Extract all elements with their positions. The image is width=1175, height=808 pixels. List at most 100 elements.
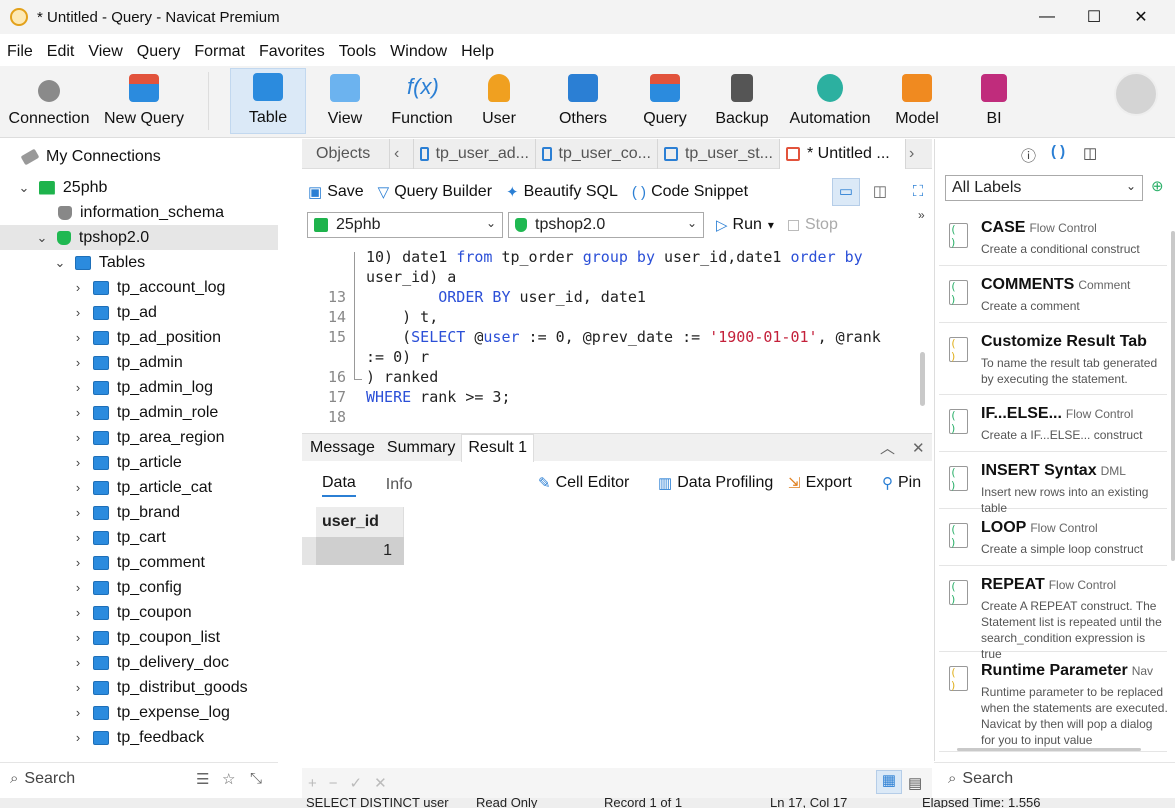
toolbar-query-button[interactable]: Query <box>634 68 696 134</box>
tree-table-item[interactable]: › tp_area_region <box>0 425 278 450</box>
export-button[interactable]: ⇲ Export <box>788 474 852 492</box>
tab-objects[interactable]: Objects <box>302 138 390 169</box>
database-select[interactable]: tpshop2.0 ⌄ <box>508 212 704 238</box>
tree-table-item[interactable]: › tp_coupon_list <box>0 625 278 650</box>
toolbar-automation-button[interactable]: Automation <box>784 68 876 134</box>
tab-scroll-right-icon[interactable]: › <box>906 139 924 169</box>
layout-side-icon[interactable]: ◫ <box>866 178 894 206</box>
tree-search-input[interactable]: Search <box>24 770 75 788</box>
connection-select[interactable]: 25phb ⌄ <box>307 212 503 238</box>
tab-data[interactable]: Data <box>322 474 356 497</box>
discard-icon[interactable]: ✕ <box>374 774 387 792</box>
sql-editor[interactable]: 10) date1 from tp_order group by user_id… <box>302 244 925 430</box>
toolbar-view-button[interactable]: View <box>312 68 378 134</box>
snippet-scrollbar[interactable] <box>1171 231 1175 561</box>
add-row-icon[interactable]: + <box>308 775 317 792</box>
snippet-braces-icon[interactable]: ( ) <box>1051 143 1065 160</box>
tree-table-item[interactable]: › tp_ad_position <box>0 325 278 350</box>
tree-table-item[interactable]: › tp_config <box>0 575 278 600</box>
toolbar-backup-button[interactable]: Backup <box>708 68 776 134</box>
stop-button[interactable]: Stop <box>787 216 838 234</box>
tab-untitled[interactable]: * Untitled ... <box>780 138 906 169</box>
code-snippet-button[interactable]: ( ) Code Snippet <box>632 183 748 201</box>
tab-tp-user-st[interactable]: tp_user_st... <box>658 138 780 169</box>
tree-table-item[interactable]: › tp_article <box>0 450 278 475</box>
menu-favorites[interactable]: Favorites <box>252 43 332 61</box>
tree-table-item[interactable]: › tp_comment <box>0 550 278 575</box>
tab-scroll-left-icon[interactable]: ‹ <box>390 138 414 169</box>
tree-db-tpshop[interactable]: ⌄ tpshop2.0 <box>0 225 278 250</box>
cell-editor-button[interactable]: ✎ Cell Editor <box>538 474 629 492</box>
tree-table-item[interactable]: › tp_admin_log <box>0 375 278 400</box>
fullscreen-icon[interactable]: ⛶ <box>906 178 930 206</box>
snippet-item[interactable]: ( ) LOOP Flow Control Create a simple loop … <box>939 509 1167 566</box>
add-snippet-icon[interactable]: ⊕ <box>1151 177 1164 195</box>
tree-table-item[interactable]: › tp_feedback <box>0 725 278 750</box>
tab-summary[interactable]: Summary <box>381 434 461 462</box>
pin-button[interactable]: ⚲ Pin <box>882 474 921 492</box>
snippet-item[interactable]: ( ) CASE Flow Control Create a conditional … <box>939 209 1167 266</box>
tab-tp-user-ad[interactable]: tp_user_ad... <box>414 138 536 169</box>
snippet-item[interactable]: ( ) Customize Result Tab To name the resul… <box>939 323 1167 395</box>
form-view-icon[interactable]: ▤ <box>908 774 922 792</box>
apply-icon[interactable]: ✓ <box>350 774 363 792</box>
layout-split-icon[interactable]: ▭ <box>832 178 860 206</box>
minimize-button[interactable]: — <box>1024 0 1070 34</box>
toolbar-new-query-button[interactable]: New Query <box>100 68 188 134</box>
tab-tp-user-co[interactable]: tp_user_co... <box>536 138 658 169</box>
tab-result-1[interactable]: Result 1 <box>461 433 535 462</box>
menu-format[interactable]: Format <box>187 43 252 61</box>
delete-row-icon[interactable]: − <box>329 775 338 792</box>
tree-table-item[interactable]: › tp_distribut_goods <box>0 675 278 700</box>
toolbar-connection-button[interactable]: Connection <box>6 68 92 134</box>
toolbar-model-button[interactable]: Model <box>884 68 950 134</box>
toolbar-user-button[interactable]: User <box>468 68 530 134</box>
grid-header-cell[interactable]: user_id <box>316 507 404 537</box>
menu-window[interactable]: Window <box>383 43 454 61</box>
label-filter-select[interactable]: All Labels ⌄ <box>945 175 1143 201</box>
menu-view[interactable]: View <box>81 43 129 61</box>
tree-table-item[interactable]: › tp_expense_log <box>0 700 278 725</box>
info-icon[interactable]: ⓘ <box>1021 145 1036 166</box>
collapse-up-icon[interactable]: ︿ <box>880 437 895 458</box>
snippet-item[interactable]: ( ) IF...ELSE... Flow Control Create a IF..… <box>939 395 1167 452</box>
toolbar-function-button[interactable]: f(x) Function <box>384 68 460 134</box>
user-avatar[interactable] <box>1114 72 1158 116</box>
snippet-hscrollbar[interactable] <box>957 748 1141 751</box>
toolbar-bi-button[interactable]: BI <box>962 68 1026 134</box>
query-builder-button[interactable]: ▽ Query Builder <box>378 183 492 201</box>
tree-table-item[interactable]: › tp_ad <box>0 300 278 325</box>
tree-connection-25phb[interactable]: ⌄ 25phb <box>0 175 278 200</box>
menu-edit[interactable]: Edit <box>40 43 82 61</box>
tree-table-item[interactable]: › tp_admin_role <box>0 400 278 425</box>
toolbar-table-button[interactable]: Table <box>230 68 306 134</box>
star-icon[interactable]: ☆ <box>222 770 235 788</box>
overflow-chevron-icon[interactable]: » <box>918 208 925 222</box>
tree-table-item[interactable]: › tp_brand <box>0 500 278 525</box>
panel-layout-icon[interactable]: ◫ <box>1083 144 1097 162</box>
tree-db-information-schema[interactable]: information_schema <box>0 200 278 225</box>
tree-table-item[interactable]: › tp_account_log <box>0 275 278 300</box>
grid-cell[interactable]: 1 <box>316 537 404 565</box>
grid-row-marker[interactable] <box>302 537 316 565</box>
tree-tables-folder[interactable]: ⌄ Tables <box>0 250 278 275</box>
close-panel-icon[interactable]: ✕ <box>912 439 925 457</box>
tree-table-item[interactable]: › tp_coupon <box>0 600 278 625</box>
collapse-icon[interactable]: ⤡ <box>250 770 262 787</box>
beautify-sql-button[interactable]: ✦ Beautify SQL <box>506 183 618 201</box>
save-button[interactable]: ▣ Save <box>308 183 364 201</box>
toolbar-others-button[interactable]: Others <box>540 68 626 134</box>
tree-table-item[interactable]: › tp_admin <box>0 350 278 375</box>
snippet-item[interactable]: ( ) INSERT Syntax DML Insert new rows into … <box>939 452 1167 515</box>
snippet-search-input[interactable]: Search <box>962 770 1013 788</box>
grid-view-icon[interactable]: ▦ <box>876 770 902 794</box>
tree-my-connections[interactable]: My Connections <box>0 144 278 169</box>
tree-table-item[interactable]: › tp_article_cat <box>0 475 278 500</box>
maximize-button[interactable]: ☐ <box>1071 0 1117 34</box>
menu-help[interactable]: Help <box>454 43 501 61</box>
tab-message[interactable]: Message <box>304 434 381 462</box>
menu-tools[interactable]: Tools <box>332 43 383 61</box>
tab-info[interactable]: Info <box>386 476 413 494</box>
filter-icon[interactable]: ☰ <box>196 770 209 788</box>
data-profiling-button[interactable]: ▥ Data Profiling <box>658 474 773 492</box>
